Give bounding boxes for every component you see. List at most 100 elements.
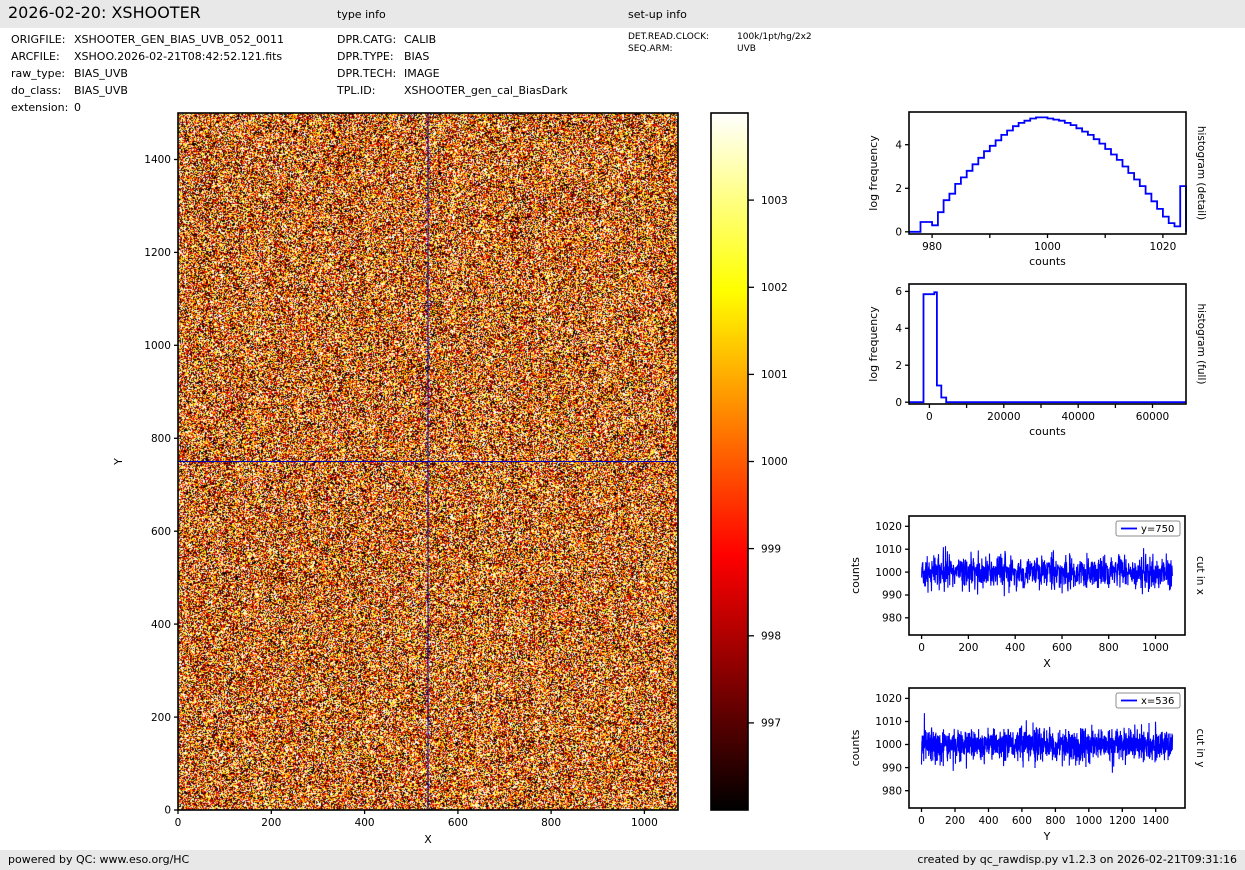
histogram-full-series — [909, 292, 1186, 402]
meta-row: SEQ.ARM:UVB — [628, 43, 812, 55]
histogram-detail-series — [909, 117, 1186, 231]
meta-label: DET.READ.CLOCK: — [628, 31, 737, 43]
tick-label: 0 — [164, 805, 171, 817]
tick-label: 1400 — [144, 154, 171, 166]
meta-value: 0 — [74, 101, 81, 114]
tick-label: 0 — [175, 817, 182, 829]
tick-label: 1000 — [875, 739, 902, 751]
tick-label: 400 — [1005, 642, 1025, 654]
x-axis-label: Y — [1043, 830, 1051, 843]
legend-box — [1116, 693, 1180, 708]
tick-label: 4 — [895, 139, 902, 151]
right-axis-label: histogram (detail) — [1195, 126, 1207, 220]
tick-label: 40000 — [1061, 411, 1094, 423]
meta-value: BIAS_UVB — [74, 84, 128, 97]
tick-label: 1020 — [875, 693, 902, 705]
tick-label: 0 — [918, 815, 925, 827]
tick-label: 1200 — [1109, 815, 1136, 827]
tick-label: 600 — [448, 817, 468, 829]
tick-label: 990 — [882, 590, 902, 602]
tick-label: 1002 — [761, 282, 788, 294]
tick-label: 2 — [895, 183, 902, 195]
setup-info-heading: set-up info — [628, 8, 687, 21]
meta-label: raw_type: — [11, 65, 74, 82]
x-axis-label: X — [1043, 657, 1051, 670]
tick-label: 1000 — [875, 567, 902, 579]
tick-label: 1000 — [1142, 642, 1169, 654]
y-axis-label: counts — [849, 557, 862, 594]
y-axis-label: log frequency — [867, 135, 880, 211]
meta-label: DPR.CATG: — [337, 31, 404, 48]
tick-label: 400 — [151, 619, 171, 631]
tick-label: 400 — [355, 817, 375, 829]
histogram-detail-plot: 98010001020024countslog frequencyhistogr… — [867, 112, 1207, 268]
meta-value: 100k/1pt/hg/2x2 — [737, 32, 812, 42]
right-axis-label: cut in x — [1194, 556, 1206, 595]
histogram-full-frame — [909, 284, 1186, 404]
tick-label: 1000 — [1075, 815, 1102, 827]
meta-value: BIAS_UVB — [74, 67, 128, 80]
tick-label: 800 — [151, 433, 171, 445]
histogram-full-plot: 02000040000600000246countslog frequencyh… — [867, 284, 1207, 438]
tick-label: 600 — [1052, 642, 1072, 654]
meta-label: SEQ.ARM: — [628, 43, 737, 55]
tick-label: 1010 — [875, 716, 902, 728]
tick-label: 980 — [922, 241, 942, 253]
cut-in-y-series — [922, 713, 1173, 773]
legend-label: x=536 — [1141, 696, 1174, 707]
legend-box — [1116, 521, 1180, 536]
tick-label: 60000 — [1136, 411, 1169, 423]
meta-value: XSHOOTER_gen_cal_BiasDark — [404, 84, 568, 97]
tick-label: 1001 — [761, 369, 788, 381]
meta-value: UVB — [737, 44, 756, 54]
cut-in-x-series — [922, 546, 1173, 596]
tick-label: 200 — [945, 815, 965, 827]
meta-label: DPR.TECH: — [337, 65, 404, 82]
meta-row: DPR.CATG:CALIB — [337, 31, 568, 48]
type-info-block: DPR.CATG:CALIB DPR.TYPE:BIAS DPR.TECH:IM… — [337, 31, 568, 99]
y-axis-label: Y — [112, 458, 125, 466]
meta-label: ORIGFILE: — [11, 31, 74, 48]
tick-label: 0 — [895, 227, 902, 239]
meta-value: CALIB — [404, 33, 436, 46]
meta-row: raw_type:BIAS_UVB — [11, 65, 284, 82]
cut-in-y-frame — [909, 688, 1185, 808]
tick-label: 0 — [926, 411, 933, 423]
tick-label: 1000 — [1034, 241, 1061, 253]
meta-row: ARCFILE:XSHOO.2026-02-21T08:42:52.121.fi… — [11, 48, 284, 65]
tick-label: 0 — [918, 642, 925, 654]
right-axis-label: histogram (full) — [1195, 304, 1207, 385]
tick-label: 2 — [895, 360, 902, 372]
tick-label: 1003 — [761, 195, 788, 207]
meta-row: TPL.ID:XSHOOTER_gen_cal_BiasDark — [337, 82, 568, 99]
tick-label: 20000 — [987, 411, 1020, 423]
x-axis-label: X — [424, 833, 432, 846]
tick-label: 400 — [978, 815, 998, 827]
bias-image-canvas — [178, 113, 678, 810]
tick-label: 200 — [151, 712, 171, 724]
tick-label: 999 — [761, 543, 781, 555]
tick-label: 6 — [895, 286, 902, 298]
tick-label: 980 — [882, 613, 902, 625]
meta-row: do_class:BIAS_UVB — [11, 82, 284, 99]
meta-label: DPR.TYPE: — [337, 48, 404, 65]
tick-label: 1000 — [144, 340, 171, 352]
footer-powered-by: powered by QC: www.eso.org/HC — [8, 850, 189, 870]
right-axis-label: cut in y — [1194, 728, 1206, 767]
meta-label: ARCFILE: — [11, 48, 74, 65]
meta-row: DPR.TYPE:BIAS — [337, 48, 568, 65]
meta-label: do_class: — [11, 82, 74, 99]
tick-label: 1010 — [875, 544, 902, 556]
tick-label: 1200 — [144, 247, 171, 259]
tick-label: 0 — [895, 397, 902, 409]
y-axis-label: counts — [849, 729, 862, 766]
tick-label: 600 — [151, 526, 171, 538]
tick-label: 800 — [1099, 642, 1119, 654]
meta-label: extension: — [11, 99, 74, 116]
footer-bar: powered by QC: www.eso.org/HC created by… — [0, 850, 1245, 870]
tick-label: 200 — [958, 642, 978, 654]
tick-label: 998 — [761, 631, 781, 643]
meta-row: ORIGFILE:XSHOOTER_GEN_BIAS_UVB_052_0011 — [11, 31, 284, 48]
cut-in-x-frame — [909, 516, 1185, 635]
meta-value: BIAS — [404, 50, 429, 63]
